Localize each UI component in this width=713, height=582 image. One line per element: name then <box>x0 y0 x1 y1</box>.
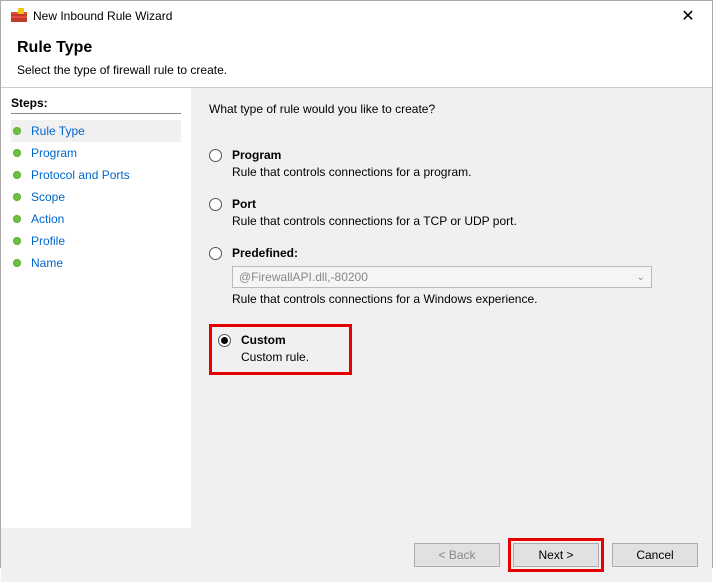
titlebar: New Inbound Rule Wizard ✕ <box>1 1 712 31</box>
dropdown-value: @FirewallAPI.dll,-80200 <box>239 270 368 284</box>
firewall-icon <box>11 8 27 24</box>
page-title: Rule Type <box>17 39 696 57</box>
chevron-down-icon: ⌄ <box>637 272 645 283</box>
bullet-icon <box>13 149 21 157</box>
question-text: What type of rule would you like to crea… <box>209 102 694 116</box>
option-program-desc: Rule that controls connections for a pro… <box>232 165 694 179</box>
back-button: < Back <box>414 543 500 567</box>
predefined-dropdown: @FirewallAPI.dll,-80200 ⌄ <box>232 266 652 288</box>
bullet-icon <box>13 259 21 267</box>
highlight-custom: Custom Custom rule. <box>209 324 352 375</box>
radio-port[interactable] <box>209 198 222 211</box>
bullet-icon <box>13 127 21 135</box>
step-label: Protocol and Ports <box>31 168 130 182</box>
option-custom-desc: Custom rule. <box>241 350 309 364</box>
option-port-title: Port <box>232 197 256 211</box>
bullet-icon <box>13 193 21 201</box>
step-label: Program <box>31 146 77 160</box>
step-program[interactable]: Program <box>11 142 181 164</box>
option-program[interactable]: Program Rule that controls connections f… <box>209 148 694 179</box>
steps-title: Steps: <box>11 96 181 114</box>
radio-program[interactable] <box>209 149 222 162</box>
step-label: Action <box>31 212 64 226</box>
step-label: Scope <box>31 190 65 204</box>
option-custom[interactable]: Custom Custom rule. <box>218 333 309 364</box>
bullet-icon <box>13 215 21 223</box>
close-icon[interactable]: ✕ <box>674 6 702 26</box>
wizard-header: Rule Type Select the type of firewall ru… <box>1 31 712 87</box>
option-predefined-title: Predefined: <box>232 246 298 260</box>
step-profile[interactable]: Profile <box>11 230 181 252</box>
steps-sidebar: Steps: Rule Type Program Protocol and Po… <box>1 88 191 528</box>
step-label: Profile <box>31 234 65 248</box>
page-subtitle: Select the type of firewall rule to crea… <box>17 63 696 77</box>
main-panel: What type of rule would you like to crea… <box>191 88 712 528</box>
step-scope[interactable]: Scope <box>11 186 181 208</box>
option-predefined-desc: Rule that controls connections for a Win… <box>232 292 694 306</box>
bullet-icon <box>13 171 21 179</box>
option-port[interactable]: Port Rule that controls connections for … <box>209 197 694 228</box>
option-predefined[interactable]: Predefined: @FirewallAPI.dll,-80200 ⌄ Ru… <box>209 246 694 306</box>
step-protocol-ports[interactable]: Protocol and Ports <box>11 164 181 186</box>
option-custom-title: Custom <box>241 333 286 347</box>
window-title: New Inbound Rule Wizard <box>33 9 674 23</box>
radio-predefined[interactable] <box>209 247 222 260</box>
next-button[interactable]: Next > <box>513 543 599 567</box>
radio-custom[interactable] <box>218 334 231 347</box>
step-rule-type[interactable]: Rule Type <box>11 120 181 142</box>
step-action[interactable]: Action <box>11 208 181 230</box>
option-program-title: Program <box>232 148 281 162</box>
step-label: Name <box>31 256 63 270</box>
bullet-icon <box>13 237 21 245</box>
step-name[interactable]: Name <box>11 252 181 274</box>
highlight-next: Next > <box>508 538 604 572</box>
cancel-button[interactable]: Cancel <box>612 543 698 567</box>
step-label: Rule Type <box>31 124 85 138</box>
option-port-desc: Rule that controls connections for a TCP… <box>232 214 694 228</box>
footer: < Back Next > Cancel <box>1 528 712 582</box>
